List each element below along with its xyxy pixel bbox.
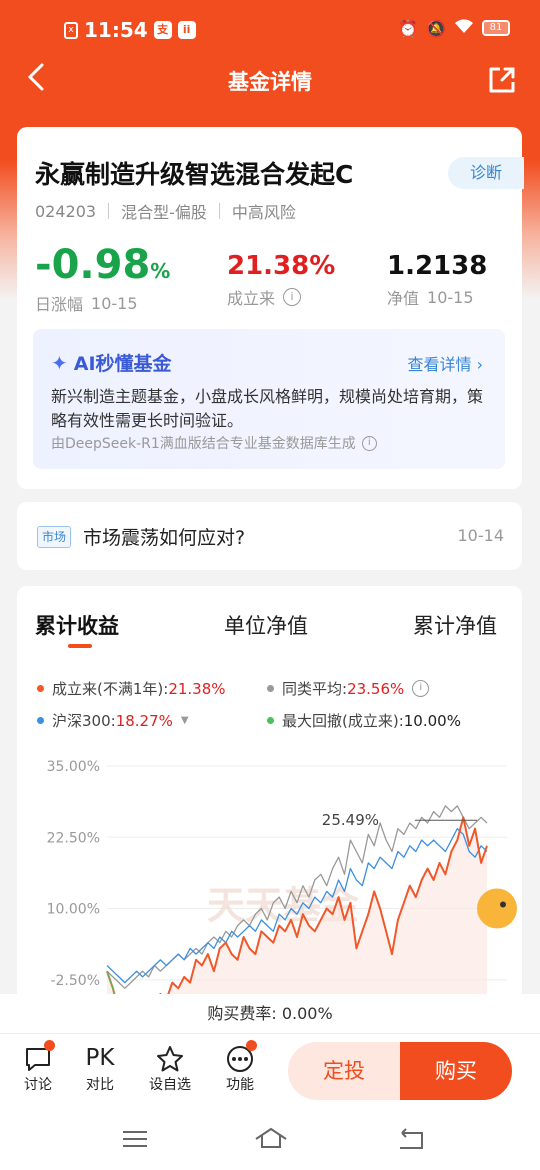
legend-dot: [37, 717, 44, 724]
inception-return-value: 21.38%: [227, 251, 336, 281]
purchase-fee: 购买费率: 0.00%: [0, 994, 540, 1034]
mute-icon: 🔕: [426, 18, 446, 38]
inception-return-stat: 21.38% 成立来 i: [227, 251, 335, 309]
mascot-icon: [477, 888, 517, 929]
nav-stat: 1.2138 净值 10-15: [387, 251, 487, 309]
fund-risk: 中高风险: [231, 203, 296, 222]
dropdown-arrow-icon: ▼: [180, 715, 189, 726]
menu-button[interactable]: [120, 1124, 150, 1154]
market-news-date: 10-14: [457, 526, 505, 545]
notification-icon: x: [64, 21, 78, 39]
app-notification-icon-2: ii: [177, 21, 196, 39]
battery-icon: 81: [482, 20, 510, 36]
functions-button[interactable]: 功能: [212, 1040, 268, 1094]
home-icon: [255, 1127, 287, 1148]
legend-dot: [37, 685, 44, 692]
return-chart[interactable]: 35.00%22.50%10.00%-2.50%天天基金25.49%: [17, 744, 522, 1004]
ai-title: ✦ AI秒懂基金: [51, 350, 172, 376]
fund-name: 永赢制造升级智选混合发起C: [35, 160, 354, 189]
nav-label: 净值: [387, 289, 420, 308]
home-button[interactable]: [254, 1124, 288, 1154]
y-tick-label: -2.50%: [50, 973, 100, 989]
nav-value: 1.2138: [387, 251, 488, 281]
app-notification-icon: 支: [153, 21, 172, 39]
nav-bar: 基金详情: [0, 56, 540, 104]
return-icon: [400, 1128, 423, 1149]
annotation-label: 25.49%: [322, 811, 379, 829]
compare-button[interactable]: PK 对比: [72, 1042, 128, 1094]
divider: [218, 203, 220, 219]
notification-dot: [246, 1040, 257, 1051]
daily-change-stat: -0.98% 日涨幅 10-15: [35, 243, 170, 315]
page-title: 基金详情: [228, 70, 312, 94]
fund-summary-card: 永赢制造升级智选混合发起C 诊断 024203 混合型-偏股 中高风险 -0.9…: [17, 127, 524, 489]
fund-meta: 024203 混合型-偏股 中高风险: [35, 199, 296, 223]
status-time: 11:54: [84, 18, 148, 42]
legend-dot: [267, 685, 274, 692]
y-tick-label: 10.00%: [47, 902, 100, 918]
active-tab-indicator: [68, 644, 92, 648]
star-plus-icon: [157, 1046, 183, 1072]
ai-view-details-link[interactable]: 查看详情 ›: [408, 351, 484, 375]
legend-max-drawdown: 最大回撤(成立来): 10.00%: [267, 710, 461, 731]
legend-csi300[interactable]: 沪深300: 18.27% ▼: [37, 710, 189, 731]
tab-cumulative-return[interactable]: 累计收益: [35, 610, 119, 640]
wifi-icon: [454, 18, 474, 38]
y-tick-label: 22.50%: [47, 830, 100, 846]
share-button[interactable]: [488, 66, 516, 94]
market-tag: 市场: [37, 526, 72, 548]
buy-button[interactable]: 购买: [400, 1042, 512, 1100]
share-icon: [489, 67, 515, 93]
fund-category: 混合型-偏股: [121, 203, 207, 222]
tab-cumulative-nav[interactable]: 累计净值: [413, 610, 497, 640]
y-tick-label: 35.00%: [47, 759, 100, 775]
sparkle-icon: ✦: [51, 350, 68, 375]
daily-change-date: 10-15: [91, 293, 138, 313]
market-news-title: 市场震荡如何应对?: [83, 527, 246, 549]
notification-dot: [44, 1040, 55, 1051]
tab-unit-nav[interactable]: 单位净值: [224, 610, 308, 640]
info-icon[interactable]: i: [361, 435, 377, 451]
nav-date: 10-15: [427, 287, 474, 307]
daily-change-label: 日涨幅: [35, 295, 84, 314]
ai-description: 新兴制造主题基金，小盘成长风格鲜明，规模尚处培育期，策略有效性需更长时间验证。: [51, 387, 484, 430]
alarm-icon: ⏰: [398, 18, 419, 38]
add-watchlist-button[interactable]: 设自选: [142, 1042, 198, 1094]
menu-icon: [123, 1131, 147, 1147]
ai-source: 由DeepSeek-R1满血版结合专业基金数据库生成 i: [51, 433, 377, 453]
diagnose-button[interactable]: 诊断: [448, 157, 524, 189]
inception-return-label: 成立来: [227, 289, 276, 308]
legend-dot: [267, 717, 274, 724]
status-bar: x 11:54 支 ii ⏰ 🔕 81: [0, 0, 540, 60]
fund-code: 024203: [35, 201, 97, 221]
pk-icon: PK: [85, 1045, 115, 1071]
ai-summary-box[interactable]: ✦ AI秒懂基金 查看详情 › 新兴制造主题基金，小盘成长风格鲜明，规模尚处培育期…: [33, 329, 505, 469]
legend-peer-average: 同类平均: 23.56% i: [267, 678, 430, 699]
discuss-button[interactable]: 讨论: [10, 1040, 66, 1094]
market-news-card[interactable]: 市场 市场震荡如何应对? 10-14: [17, 502, 522, 570]
divider: [108, 203, 110, 219]
info-icon[interactable]: i: [283, 288, 302, 306]
system-nav-bar: [0, 1110, 540, 1170]
auto-invest-button[interactable]: 定投: [288, 1042, 400, 1100]
info-icon[interactable]: i: [412, 680, 430, 697]
legend-fund: 成立来(不满1年): 21.38%: [37, 678, 226, 699]
bottom-action-bar: 讨论 PK 对比 设自选 功能 定投 购买: [0, 1034, 540, 1110]
back-nav-button[interactable]: [396, 1124, 426, 1154]
daily-change-value: -0.98%: [35, 242, 171, 288]
